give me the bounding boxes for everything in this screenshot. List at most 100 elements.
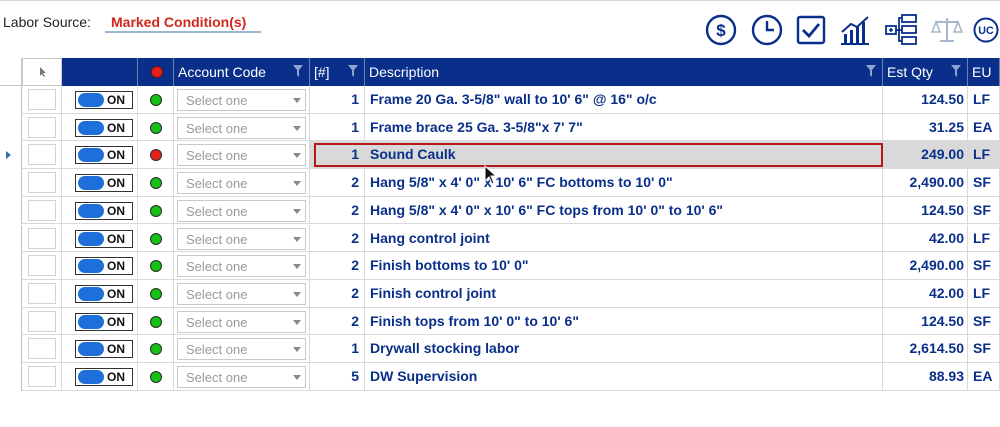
table-row[interactable]: ON Select one 5 DW Supervision 88.93 EA	[0, 363, 1000, 391]
table-row[interactable]: ON Select one 2 Finish bottoms to 10' 0" 2,4…	[0, 252, 1000, 280]
header-count[interactable]: [#]	[310, 58, 365, 86]
account-code-select[interactable]: Select one	[177, 227, 306, 250]
on-toggle[interactable]: ON	[75, 257, 133, 276]
est-qty-cell[interactable]: 42.00	[883, 279, 968, 308]
est-qty-cell[interactable]: 2,490.00	[883, 169, 968, 197]
on-toggle[interactable]: ON	[75, 118, 133, 137]
est-qty-cell[interactable]: 2,614.50	[883, 335, 968, 363]
dropdown-arrow-icon[interactable]	[293, 125, 301, 131]
est-qty-cell[interactable]: 124.50	[883, 307, 968, 336]
row-select-cell[interactable]	[22, 169, 62, 197]
eu-cell[interactable]: LF	[968, 279, 1000, 308]
row-select-box[interactable]	[28, 282, 56, 304]
row-select-box[interactable]	[28, 199, 56, 221]
row-select-box[interactable]	[28, 144, 56, 166]
on-toggle[interactable]: ON	[75, 284, 133, 303]
account-code-select[interactable]: Select one	[177, 338, 306, 361]
dropdown-arrow-icon[interactable]	[293, 98, 301, 103]
table-row[interactable]: ON Select one 2 Hang 5/8" x 4' 0" x 10' 6" …	[0, 196, 1000, 225]
table-row[interactable]: ON Select one 2 Hang 5/8" x 4' 0" x 10' 6" …	[0, 169, 1000, 197]
count-cell[interactable]: 2	[310, 169, 365, 197]
table-row[interactable]: ON Select one 1 Drywall stocking labor 2,614…	[0, 335, 1000, 363]
bar-chart-icon[interactable]	[838, 13, 872, 47]
count-cell[interactable]: 2	[310, 279, 365, 308]
row-select-box[interactable]	[28, 255, 56, 277]
dropdown-arrow-icon[interactable]	[293, 181, 301, 187]
dropdown-arrow-icon[interactable]	[293, 347, 301, 353]
on-toggle[interactable]: ON	[75, 91, 133, 109]
filter-icon[interactable]	[951, 65, 961, 77]
row-select-box[interactable]	[28, 227, 56, 249]
account-code-select[interactable]: Select one	[177, 116, 306, 139]
description-cell[interactable]: Frame 20 Ga. 3-5/8" wall to 10' 6" @ 16"…	[365, 86, 883, 114]
header-eu[interactable]: EU	[968, 58, 1000, 86]
row-select-cell[interactable]	[22, 363, 62, 391]
count-cell[interactable]: 1	[310, 113, 365, 142]
account-code-select[interactable]: Select one	[177, 366, 306, 388]
dollar-icon[interactable]: $	[704, 13, 738, 47]
dropdown-arrow-icon[interactable]	[293, 208, 301, 214]
est-qty-cell[interactable]: 42.00	[883, 224, 968, 253]
filter-icon[interactable]	[293, 65, 303, 77]
description-cell[interactable]: Hang control joint	[365, 224, 883, 253]
eu-cell[interactable]: EA	[968, 363, 1000, 391]
on-toggle[interactable]: ON	[75, 201, 133, 220]
header-description[interactable]: Description	[365, 58, 883, 86]
eu-cell[interactable]: SF	[968, 196, 1000, 225]
row-select-cell[interactable]	[22, 224, 62, 253]
on-toggle[interactable]: ON	[75, 312, 133, 331]
header-select-cell[interactable]	[22, 58, 62, 86]
clock-icon[interactable]	[750, 13, 784, 47]
dropdown-arrow-icon[interactable]	[293, 319, 301, 325]
count-cell[interactable]: 5	[310, 363, 365, 391]
table-row[interactable]: ON Select one 2 Finish control joint 42.00 LF	[0, 279, 1000, 308]
eu-cell[interactable]: LF	[968, 224, 1000, 253]
eu-cell[interactable]: SF	[968, 335, 1000, 363]
on-toggle[interactable]: ON	[75, 368, 133, 386]
table-row[interactable]: ON Select one 2 Finish tops from 10' 0" to …	[0, 307, 1000, 336]
row-select-cell[interactable]	[22, 335, 62, 363]
row-select-cell[interactable]	[22, 113, 62, 142]
dropdown-arrow-icon[interactable]	[293, 236, 301, 242]
on-toggle[interactable]: ON	[75, 340, 133, 359]
count-cell[interactable]: 2	[310, 252, 365, 280]
description-cell[interactable]: Hang 5/8" x 4' 0" x 10' 6" FC bottoms to…	[365, 169, 883, 197]
description-cell[interactable]: Sound Caulk	[365, 141, 883, 170]
est-qty-cell[interactable]: 88.93	[883, 363, 968, 391]
table-row[interactable]: ON Select one 1 Frame 20 Ga. 3-5/8" wall to…	[0, 86, 1000, 114]
eu-cell[interactable]: SF	[968, 307, 1000, 336]
eu-cell[interactable]: LF	[968, 141, 1000, 170]
count-cell[interactable]: 2	[310, 224, 365, 253]
checkbox-icon[interactable]	[794, 13, 828, 47]
account-code-select[interactable]: Select one	[177, 310, 306, 333]
account-code-select[interactable]: Select one	[177, 89, 306, 111]
description-cell[interactable]: DW Supervision	[365, 363, 883, 391]
row-select-cell[interactable]	[22, 196, 62, 225]
count-cell[interactable]: 2	[310, 196, 365, 225]
row-select-box[interactable]	[28, 116, 56, 138]
row-select-cell[interactable]	[22, 279, 62, 308]
filter-icon[interactable]	[348, 65, 358, 77]
description-cell[interactable]: Frame brace 25 Ga. 3-5/8"x 7' 7"	[365, 113, 883, 142]
account-code-select[interactable]: Select one	[177, 199, 306, 222]
description-cell[interactable]: Finish bottoms to 10' 0"	[365, 252, 883, 280]
header-est-qty[interactable]: Est Qty	[883, 58, 968, 86]
count-cell[interactable]: 2	[310, 307, 365, 336]
description-cell[interactable]: Drywall stocking labor	[365, 335, 883, 363]
table-row[interactable]: ON Select one 2 Hang control joint 42.00 LF	[0, 224, 1000, 253]
row-select-box[interactable]	[28, 366, 56, 387]
table-row[interactable]: ON Select one 1 Frame brace 25 Ga. 3-5/8"x …	[0, 113, 1000, 142]
on-toggle[interactable]: ON	[75, 174, 133, 193]
dropdown-arrow-icon[interactable]	[293, 291, 301, 297]
count-cell[interactable]: 1	[310, 141, 365, 170]
est-qty-cell[interactable]: 2,490.00	[883, 252, 968, 280]
eu-cell[interactable]: LF	[968, 86, 1000, 114]
row-select-cell[interactable]	[22, 86, 62, 114]
on-toggle[interactable]: ON	[75, 146, 133, 165]
count-cell[interactable]: 1	[310, 335, 365, 363]
eu-cell[interactable]: SF	[968, 169, 1000, 197]
description-cell[interactable]: Hang 5/8" x 4' 0" x 10' 6" FC tops from …	[365, 196, 883, 225]
row-select-cell[interactable]	[22, 141, 62, 170]
filter-icon[interactable]	[866, 65, 876, 77]
row-select-box[interactable]	[28, 310, 56, 332]
